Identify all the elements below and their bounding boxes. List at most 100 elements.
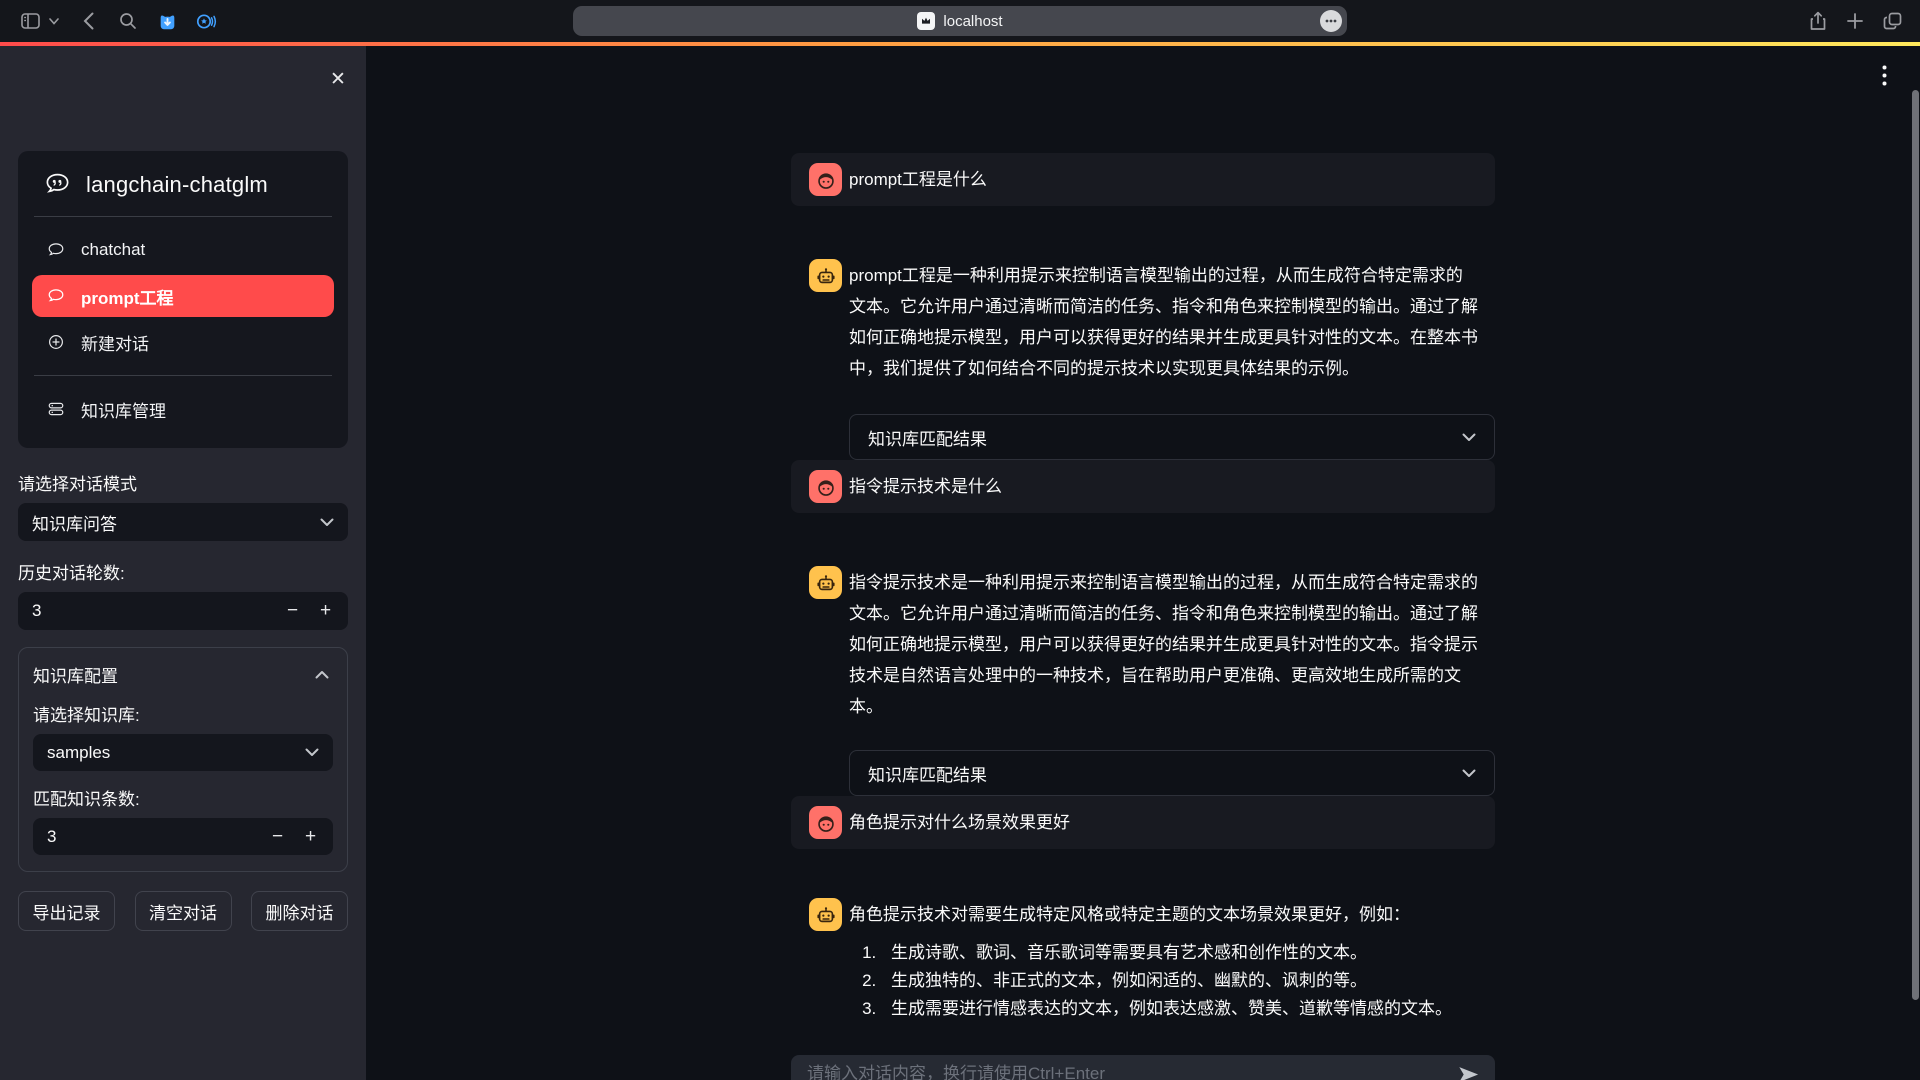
new-tab-button[interactable]	[1847, 13, 1863, 29]
tab-overview-button[interactable]	[1883, 12, 1902, 30]
back-button[interactable]	[78, 12, 98, 30]
decrement-button[interactable]: −	[276, 592, 309, 630]
kb-match-label: 知识库匹配结果	[868, 425, 987, 450]
list-item: 生成诗歌、歌词、音乐歌词等需要具有艺术感和创作性的文本。	[881, 939, 1452, 967]
chevron-down-icon	[1462, 769, 1476, 778]
sidebar-close-button[interactable]: ✕	[324, 66, 352, 94]
kb-config-expander: 知识库配置 请选择知识库: samples 匹配知识条数: 3 − +	[18, 647, 348, 872]
kb-select[interactable]: samples	[33, 734, 333, 771]
chat-message-assistant: 指令提示技术是一种利用提示来控制语言模型输出的过程，从而生成符合特定需求的文本。…	[791, 556, 1495, 732]
increment-button[interactable]: +	[294, 818, 327, 856]
message-text: prompt工程是什么	[849, 163, 987, 196]
assistant-avatar	[809, 259, 842, 292]
sidebar-item-label: 新建对话	[81, 330, 149, 355]
increment-button[interactable]: +	[309, 592, 342, 630]
user-avatar	[809, 806, 842, 839]
chat-input[interactable]	[807, 1064, 1446, 1080]
plus-circle-icon	[46, 333, 66, 351]
app-page: ✕ langchain-chatglm chatchat	[0, 46, 1920, 1080]
export-records-button[interactable]: 导出记录	[18, 891, 115, 931]
chat-main: prompt工程是什么 prompt工程是一种利用提示来控制语言模型输出的过程，…	[366, 46, 1920, 1080]
topk-label: 匹配知识条数:	[33, 785, 333, 810]
send-button[interactable]	[1458, 1066, 1479, 1080]
kb-select-value: samples	[47, 743, 110, 763]
url-text: localhost	[943, 13, 1002, 30]
tabs-overview-icon	[1883, 12, 1902, 30]
chat-bubble-icon	[46, 241, 66, 259]
mode-select-value: 知识库问答	[32, 510, 117, 535]
kb-config-expander-header[interactable]: 知识库配置	[33, 662, 333, 687]
mode-select[interactable]: 知识库问答	[18, 503, 348, 541]
assistant-avatar	[809, 566, 842, 599]
chat-message-assistant: 角色提示技术对需要生成特定风格或特定主题的文本场景效果更好，例如： 生成诗歌、歌…	[791, 888, 1495, 1033]
user-avatar	[809, 470, 842, 503]
topk-input[interactable]: 3 − +	[33, 818, 333, 855]
message-text: 指令提示技术是一种利用提示来控制语言模型输出的过程，从而生成符合特定需求的文本。…	[849, 566, 1479, 722]
history-rounds-input[interactable]: 3 − +	[18, 592, 348, 630]
message-text: 角色提示技术对需要生成特定风格或特定主题的文本场景效果更好，例如： 生成诗歌、歌…	[849, 898, 1452, 1023]
menu-card: langchain-chatglm chatchat prompt工程	[18, 151, 348, 448]
sidebar: ✕ langchain-chatglm chatchat	[0, 46, 366, 1080]
sidebar-toggle-button[interactable]	[18, 13, 42, 29]
sidebar-item-label: prompt工程	[81, 284, 174, 309]
delete-dialog-button[interactable]: 删除对话	[251, 891, 348, 931]
mode-select-label: 请选择对话模式	[18, 470, 348, 495]
sidebar-item-new-dialog[interactable]: 新建对话	[32, 321, 334, 363]
chat-column: prompt工程是什么 prompt工程是一种利用提示来控制语言模型输出的过程，…	[791, 46, 1495, 1080]
kb-match-expander[interactable]: 知识库匹配结果	[849, 750, 1495, 796]
page-search-button[interactable]	[118, 12, 138, 30]
sidebar-menu-chevron-button[interactable]	[48, 18, 60, 25]
kebab-menu-icon	[1882, 65, 1908, 86]
toolbar-right-group	[1809, 0, 1902, 42]
sidebar-panel-icon	[21, 13, 40, 29]
share-button[interactable]	[1809, 11, 1827, 31]
address-bar-more-button[interactable]	[1320, 10, 1342, 32]
chevron-down-icon	[1462, 433, 1476, 442]
message-text: 指令提示技术是什么	[849, 470, 1002, 503]
topk-value: 3	[47, 827, 261, 847]
sidebar-item-label: chatchat	[81, 240, 145, 260]
extension-shield-button[interactable]	[156, 12, 178, 31]
sidebar-item-kb-manage[interactable]: 知识库管理	[32, 388, 334, 430]
chat-message-user: 指令提示技术是什么	[791, 460, 1495, 513]
search-icon	[119, 12, 137, 30]
message-text: prompt工程是一种利用提示来控制语言模型输出的过程，从而生成符合特定需求的文…	[849, 259, 1479, 384]
chat-message-assistant: prompt工程是一种利用提示来控制语言模型输出的过程，从而生成符合特定需求的文…	[791, 249, 1495, 394]
chevron-down-icon	[305, 748, 319, 757]
menu-divider	[34, 375, 332, 376]
clear-dialog-button[interactable]: 清空对话	[135, 891, 232, 931]
user-avatar	[809, 163, 842, 196]
toolbar-left-group	[18, 0, 218, 42]
chat-message-user: 角色提示对什么场景效果更好	[791, 796, 1495, 849]
sidebar-item-chatchat[interactable]: chatchat	[32, 229, 334, 271]
message-list: 生成诗歌、歌词、音乐歌词等需要具有艺术感和创作性的文本。 生成独特的、非正式的文…	[849, 939, 1452, 1023]
more-options-icon	[1325, 19, 1337, 23]
address-bar[interactable]: localhost	[573, 6, 1347, 36]
history-rounds-value: 3	[32, 601, 276, 621]
kb-select-label: 请选择知识库:	[33, 701, 333, 726]
list-item: 生成独特的、非正式的文本，例如闲适的、幽默的、讽刺的等。	[881, 967, 1452, 995]
share-icon	[1809, 11, 1827, 31]
chevron-up-icon	[315, 670, 329, 679]
browser-toolbar: localhost	[0, 0, 1920, 42]
menu-divider	[34, 216, 332, 217]
chevron-down-icon	[320, 518, 334, 527]
send-icon	[1458, 1066, 1479, 1080]
chat-quote-icon	[44, 171, 71, 198]
sidebar-actions: 导出记录 清空对话 删除对话	[18, 891, 348, 931]
main-menu-button[interactable]	[1882, 60, 1908, 90]
extension-scan-button[interactable]	[194, 12, 218, 31]
site-favicon	[917, 12, 935, 30]
app-title-row: langchain-chatglm	[32, 167, 334, 204]
kb-match-label: 知识库匹配结果	[868, 761, 987, 786]
message-text: 角色提示对什么场景效果更好	[849, 806, 1070, 839]
sidebar-item-prompt-project[interactable]: prompt工程	[32, 275, 334, 317]
safari-window: localhost	[0, 0, 1920, 1080]
list-item: 生成需要进行情感表达的文本，例如表达感激、赞美、道歉等情感的文本。	[881, 995, 1452, 1023]
database-icon	[46, 400, 66, 418]
kb-match-expander[interactable]: 知识库匹配结果	[849, 414, 1495, 460]
decrement-button[interactable]: −	[261, 818, 294, 856]
sidebar-item-label: 知识库管理	[81, 397, 166, 422]
scrollbar-thumb[interactable]	[1912, 90, 1919, 1000]
chat-message-user: prompt工程是什么	[791, 153, 1495, 206]
